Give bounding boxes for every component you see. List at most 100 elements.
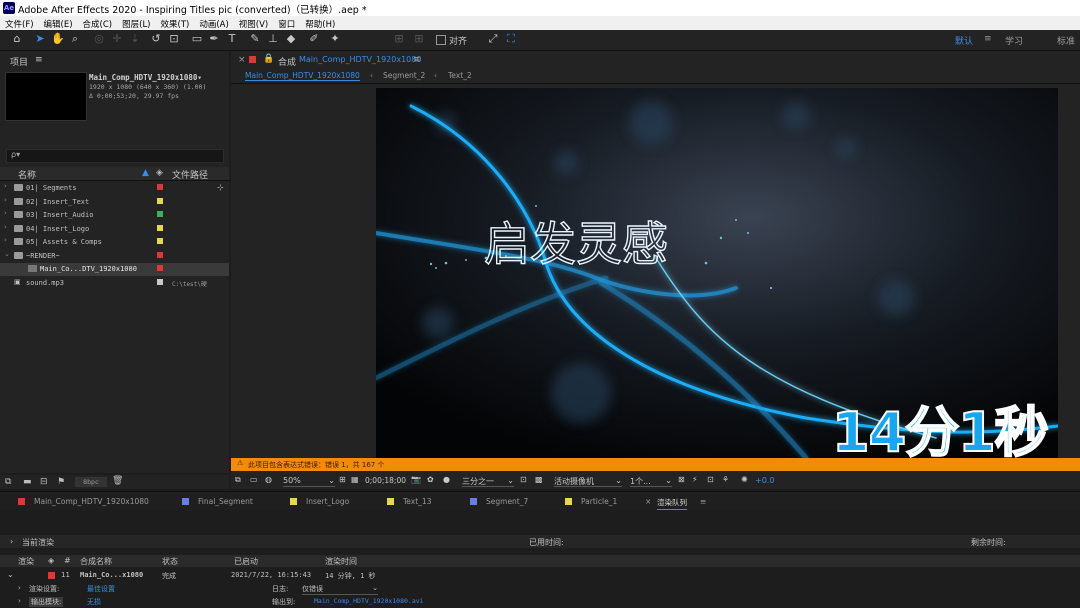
orbit-camera-icon[interactable]: ◎: [92, 32, 106, 46]
selected-item-name[interactable]: Main_Comp_HDTV_1920x1080▾: [89, 73, 202, 82]
column-render[interactable]: 渲染: [18, 556, 34, 567]
label-column-icon[interactable]: ◈: [48, 556, 54, 565]
project-item-folder[interactable]: › 04| Insert_Logo: [0, 223, 229, 236]
output-to-value[interactable]: Main_Comp_HDTV_1920x1080.avi: [314, 597, 424, 605]
dolly-camera-icon[interactable]: ⇣: [128, 32, 142, 46]
column-name[interactable]: 名称: [18, 168, 36, 181]
pan-behind-tool-icon[interactable]: ⊡: [167, 32, 181, 46]
menu-view[interactable]: 视图(V): [234, 16, 273, 30]
column-started[interactable]: 已启动: [234, 556, 258, 567]
chevron-right-icon[interactable]: ›: [4, 236, 7, 244]
hand-tool-icon[interactable]: ✋: [51, 32, 65, 46]
project-search-input[interactable]: ρ▾: [6, 149, 224, 163]
label-color-swatch[interactable]: [157, 211, 163, 217]
output-module-value[interactable]: 无损: [87, 597, 101, 607]
render-queue-item[interactable]: ⌄ 11 Main_Co...x1080 完成 2021/7/22, 16:15…: [0, 569, 1080, 582]
menu-window[interactable]: 窗口: [273, 16, 300, 30]
project-item-comp-selected[interactable]: Main_Co...DTV_1920x1080: [0, 263, 229, 276]
panel-menu-icon[interactable]: ≡: [35, 55, 43, 65]
safe-zones-icon[interactable]: ⊞: [339, 475, 346, 484]
label-color-swatch[interactable]: [157, 279, 163, 285]
project-item-folder[interactable]: › 05| Assets & Comps: [0, 236, 229, 249]
chevron-down-icon[interactable]: ⌄: [4, 250, 10, 258]
expression-warning-bar[interactable]: ⚠ 此项目包含表达式错误：错误 1，共 167 个: [231, 458, 1080, 471]
new-folder-icon[interactable]: ▬: [23, 477, 32, 487]
breadcrumb-segment[interactable]: Segment_2: [383, 71, 425, 80]
pan-camera-icon[interactable]: ✛: [110, 32, 124, 46]
menu-effect[interactable]: 效果(T): [156, 16, 195, 30]
tab-segment-7[interactable]: Segment_7: [470, 497, 528, 506]
tab-particle-1[interactable]: Particle_1: [565, 497, 617, 506]
camera-dropdown[interactable]: 活动摄像机 ⌄: [554, 476, 622, 487]
resolution-dropdown[interactable]: 三分之一 ⌄: [462, 476, 514, 487]
project-item-folder[interactable]: › 02| Insert_Text: [0, 196, 229, 209]
tab-text-13[interactable]: Text_13: [387, 497, 431, 506]
rotation-tool-icon[interactable]: ↺: [149, 32, 163, 46]
label-column-icon[interactable]: ◈: [156, 168, 163, 178]
menu-edit[interactable]: 编辑(E): [39, 16, 78, 30]
toggle-pixel-aspect-icon[interactable]: ⊠: [678, 475, 685, 484]
column-status[interactable]: 状态: [162, 556, 178, 567]
chevron-right-icon[interactable]: ›: [4, 209, 7, 217]
selection-tool-icon[interactable]: ➤: [33, 32, 47, 46]
timeline-icon[interactable]: ⊡: [707, 475, 714, 484]
chevron-right-icon[interactable]: ›: [4, 196, 7, 204]
exposure-icon[interactable]: ✺: [741, 475, 748, 484]
snapshot-icon[interactable]: 📷: [411, 475, 421, 484]
snap-feature-icon[interactable]: ⛶: [504, 32, 518, 46]
project-item-folder-open[interactable]: ⌄ ~RENDER~: [0, 250, 229, 263]
project-item-folder[interactable]: › 03| Insert_Audio: [0, 209, 229, 222]
column-render-time[interactable]: 渲染时间: [325, 556, 357, 567]
column-file-path[interactable]: 文件路径: [172, 168, 208, 181]
channel-icon[interactable]: ●: [443, 475, 450, 484]
column-index[interactable]: #: [64, 556, 71, 565]
type-tool-icon[interactable]: T: [225, 32, 239, 46]
workspace-default[interactable]: 默认: [955, 34, 973, 47]
tab-insert-logo[interactable]: Insert_Logo: [290, 497, 349, 506]
label-color-swatch[interactable]: [157, 184, 163, 190]
breadcrumb-main-comp[interactable]: Main_Comp_HDTV_1920x1080: [245, 71, 360, 81]
snap-checkbox[interactable]: [436, 35, 446, 45]
chevron-down-icon[interactable]: ⌄: [7, 570, 14, 579]
workspace-learn[interactable]: 学习: [1005, 34, 1023, 47]
brush-tool-icon[interactable]: ✎: [248, 32, 262, 46]
composition-name[interactable]: Main_Comp_HDTV_1920x1080: [299, 55, 421, 64]
menu-help[interactable]: 帮助(H): [300, 16, 340, 30]
breadcrumb-text[interactable]: Text_2: [448, 71, 472, 80]
close-tab-icon[interactable]: ×: [238, 55, 246, 65]
chevron-right-icon[interactable]: ›: [4, 223, 7, 231]
tab-render-queue[interactable]: 渲染队列: [657, 497, 687, 510]
zoom-tool-icon[interactable]: ⌕: [68, 32, 82, 46]
snap-options-icon[interactable]: ⤢: [486, 32, 500, 46]
home-icon[interactable]: ⌂: [10, 32, 24, 46]
bit-depth-button[interactable]: 8bpc: [75, 477, 107, 487]
rectangle-tool-icon[interactable]: ▭: [190, 32, 204, 46]
label-color-swatch[interactable]: [157, 238, 163, 244]
menu-composition[interactable]: 合成(C): [78, 16, 118, 30]
fast-preview-icon[interactable]: ⚡: [692, 475, 698, 484]
always-preview-icon[interactable]: ⧉: [235, 475, 241, 485]
eraser-tool-icon[interactable]: ◆: [284, 32, 298, 46]
clone-stamp-tool-icon[interactable]: ⊥: [266, 32, 280, 46]
menu-file[interactable]: 文件(F): [0, 16, 39, 30]
project-item-audio[interactable]: ▣ sound.mp3 C:\test\硬: [0, 277, 229, 290]
transparency-grid-icon[interactable]: ▩: [535, 475, 543, 484]
grid-icon[interactable]: ▦: [351, 475, 359, 484]
lock-icon[interactable]: 🔒: [263, 54, 274, 64]
label-color-swatch[interactable]: [157, 265, 163, 271]
chevron-right-icon[interactable]: ›: [18, 597, 21, 605]
chevron-right-icon[interactable]: ›: [4, 182, 7, 190]
column-comp-name[interactable]: 合成名称: [80, 556, 112, 567]
current-time[interactable]: 0;00;18;00: [365, 476, 406, 485]
tab-main-comp[interactable]: Main_Comp_HDTV_1920x1080: [18, 497, 149, 506]
workspace-standard[interactable]: 标准: [1057, 34, 1075, 47]
render-settings-value[interactable]: 最佳设置: [87, 584, 115, 594]
panel-menu-icon[interactable]: ≡: [413, 55, 421, 65]
mask-visibility-icon[interactable]: ◍: [265, 475, 272, 484]
puppet-pin-tool-icon[interactable]: ✦: [328, 32, 342, 46]
panel-menu-icon[interactable]: ≡: [700, 497, 706, 506]
chevron-right-icon[interactable]: ›: [18, 584, 21, 592]
zoom-dropdown[interactable]: 50% ⌄: [283, 476, 335, 487]
tab-final-segment[interactable]: Final_Segment: [182, 497, 253, 506]
sort-arrow-icon[interactable]: ▲: [142, 168, 149, 178]
